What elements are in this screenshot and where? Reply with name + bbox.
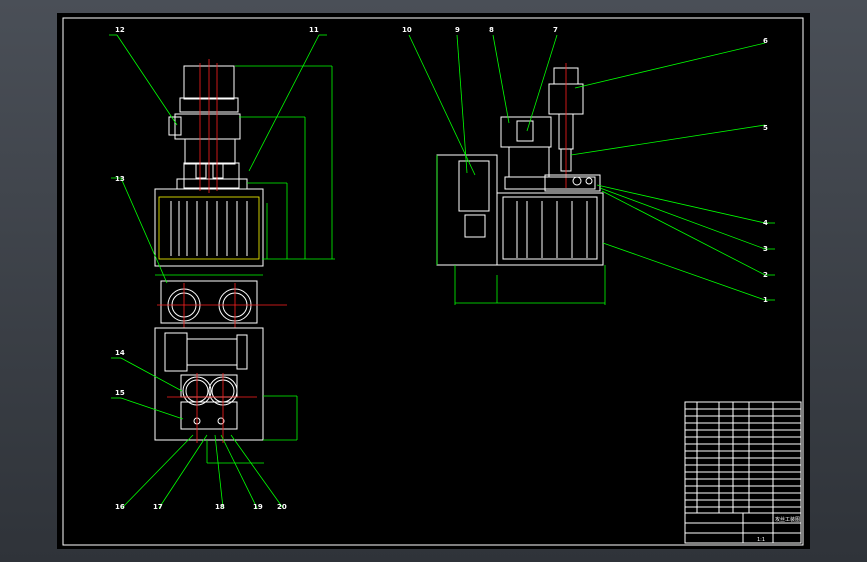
part-label-3: 3 bbox=[763, 245, 768, 253]
cad-drawing-canvas[interactable]: 12 11 13 14 15 16 17 18 19 20 10 9 8 7 6… bbox=[57, 13, 810, 549]
part-label-13: 13 bbox=[115, 175, 125, 183]
part-label-7: 7 bbox=[553, 26, 558, 34]
part-label-5: 5 bbox=[763, 124, 768, 132]
part-label-9: 9 bbox=[455, 26, 460, 34]
title-block: 攻丝工装图 1:1 bbox=[684, 401, 802, 544]
part-label-14: 14 bbox=[115, 349, 125, 357]
part-label-19: 19 bbox=[253, 503, 263, 511]
part-label-1: 1 bbox=[763, 296, 768, 304]
part-label-16: 16 bbox=[115, 503, 125, 511]
part-label-6: 6 bbox=[763, 37, 768, 45]
part-label-11: 11 bbox=[309, 26, 319, 34]
front-view bbox=[154, 59, 335, 464]
part-label-12: 12 bbox=[115, 26, 125, 34]
drawing-svg: 12 11 13 14 15 16 17 18 19 20 10 9 8 7 6… bbox=[62, 17, 804, 546]
part-label-17: 17 bbox=[153, 503, 163, 511]
part-label-8: 8 bbox=[489, 26, 494, 34]
part-label-15: 15 bbox=[115, 389, 125, 397]
part-label-4: 4 bbox=[763, 219, 768, 227]
part-label-18: 18 bbox=[215, 503, 225, 511]
title-block-drawing-name: 攻丝工装图 bbox=[775, 516, 800, 523]
title-block-scale: 1:1 bbox=[757, 537, 765, 543]
side-view bbox=[436, 63, 606, 305]
part-label-20: 20 bbox=[277, 503, 287, 511]
part-label-10: 10 bbox=[402, 26, 412, 34]
part-label-2: 2 bbox=[763, 271, 768, 279]
